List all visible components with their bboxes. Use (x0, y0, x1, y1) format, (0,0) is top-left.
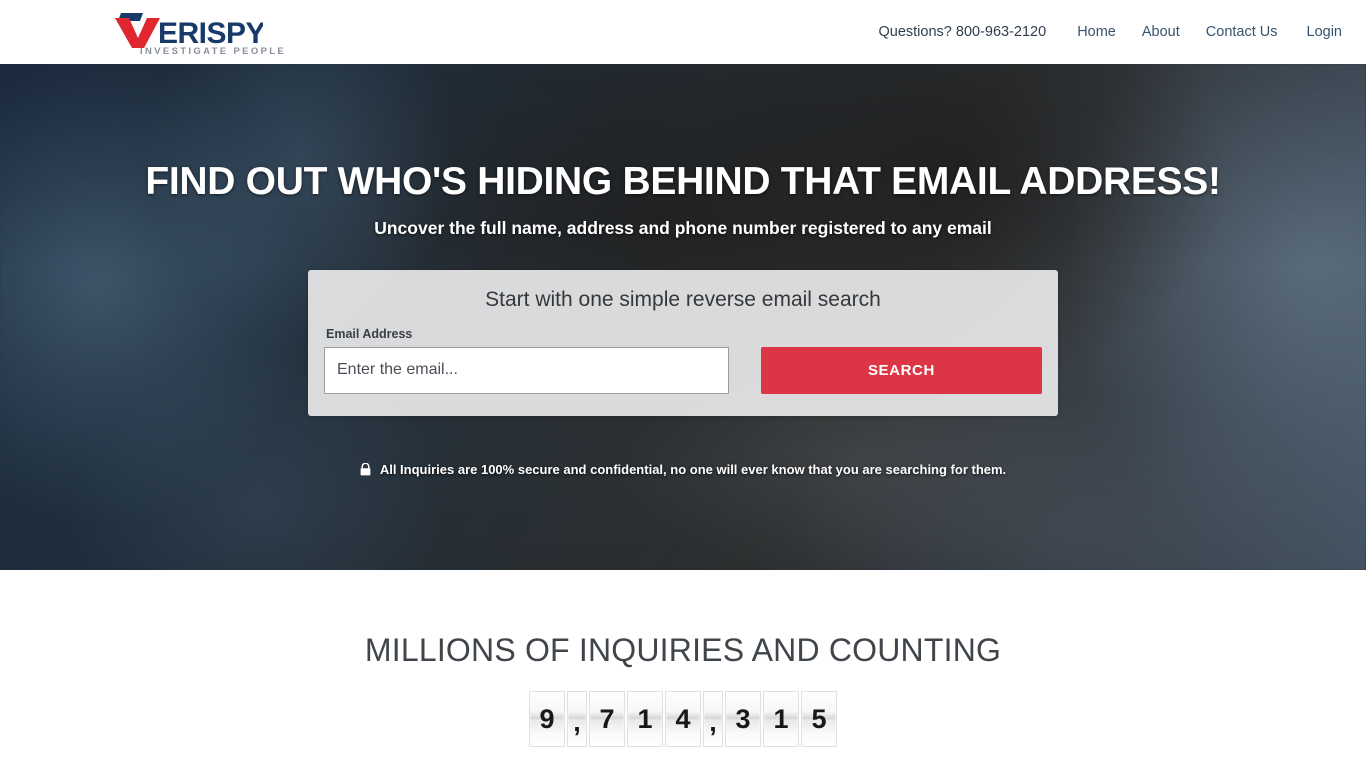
counter-digit: 7 (589, 691, 625, 747)
site-header: ERISPY INVESTIGATE PEOPLE Questions? 800… (0, 0, 1366, 64)
counter-digit: 9 (529, 691, 565, 747)
search-card-title: Start with one simple reverse email sear… (485, 287, 881, 311)
nav-item-about[interactable]: About (1129, 24, 1193, 40)
nav-item-login[interactable]: Login (1291, 24, 1342, 40)
hero-headline: FIND OUT WHO'S HIDING BEHIND THAT EMAIL … (145, 160, 1221, 203)
inquiry-counter: 9,714,315 (0, 691, 1366, 747)
nav-item-home[interactable]: Home (1064, 24, 1129, 40)
counter-separator: , (703, 691, 723, 747)
search-button[interactable]: SEARCH (760, 346, 1042, 394)
hero-section: FIND OUT WHO'S HIDING BEHIND THAT EMAIL … (0, 64, 1366, 570)
logo-tagline: INVESTIGATE PEOPLE (140, 46, 287, 57)
search-card: Start with one simple reverse email sear… (308, 269, 1058, 416)
counter-separator: , (567, 691, 587, 747)
security-notice-text: All Inquiries are 100% secure and confid… (379, 461, 1007, 477)
hero-subheadline: Uncover the full name, address and phone… (374, 217, 992, 238)
email-input[interactable] (324, 346, 729, 394)
counter-digit: 1 (627, 691, 663, 747)
site-logo[interactable]: ERISPY INVESTIGATE PEOPLE (113, 8, 284, 57)
counter-title: MILLIONS OF INQUIRIES AND COUNTING (364, 632, 1002, 668)
counter-digit: 4 (665, 691, 701, 747)
security-notice: All Inquiries are 100% secure and confid… (0, 462, 1366, 477)
svg-text:ERISPY: ERISPY (158, 17, 263, 48)
counter-digit: 3 (725, 691, 761, 747)
counter-digit: 1 (763, 691, 799, 747)
counter-digit: 5 (801, 691, 837, 747)
nav-item-contact-us[interactable]: Contact Us (1193, 24, 1291, 40)
verispy-logo-icon: ERISPY (115, 13, 263, 48)
lock-icon (360, 462, 371, 476)
header-phone: Questions? 800-963-2120 (878, 24, 1047, 40)
header-nav: Questions? 800-963-2120 Home About Conta… (879, 24, 1343, 40)
counter-section: MILLIONS OF INQUIRIES AND COUNTING 9,714… (0, 570, 1366, 747)
email-field-label: Email Address (326, 326, 413, 341)
